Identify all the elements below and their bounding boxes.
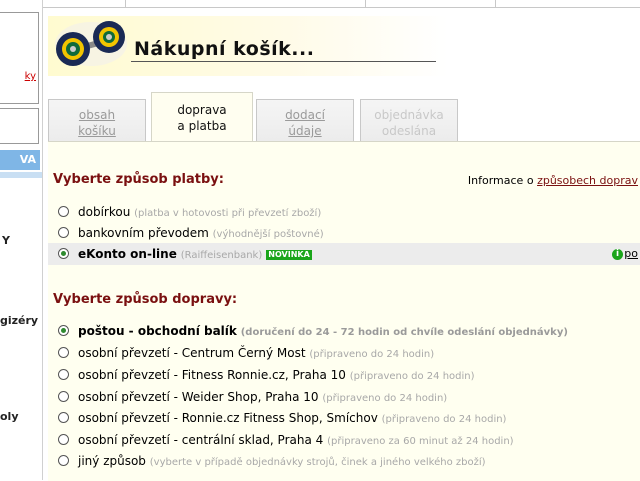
option-note: (připraveno do 24 hodin) xyxy=(349,371,475,382)
payment-heading: Vyberte způsob platby: xyxy=(53,172,224,187)
sidebar-item-fragment[interactable]: oly xyxy=(0,410,19,423)
tab-label: údaje xyxy=(288,124,322,138)
shipping-option[interactable]: osobní převzetí - Centrum Černý Most (př… xyxy=(48,342,640,364)
option-note: (připraveno za 60 minut až 24 hodin) xyxy=(327,436,514,447)
main-area: Nákupní košík... obsah košíku doprava a … xyxy=(43,0,640,481)
tab-order-sent: objednávka odeslána xyxy=(360,99,458,141)
radio-button[interactable] xyxy=(58,391,69,402)
shipping-info: Informace o způsobech doprav xyxy=(467,174,638,187)
option-note: (připraveno do 24 hodin) xyxy=(322,393,448,404)
option-label: osobní převzetí - Ronnie.cz Fitness Shop… xyxy=(78,411,378,425)
tab-label: odeslána xyxy=(381,124,437,138)
dumbbell-logo-icon xyxy=(55,21,127,66)
tab-label: doprava xyxy=(177,103,227,117)
radio-button[interactable] xyxy=(58,455,69,466)
option-label: jiný způsob xyxy=(78,454,146,468)
option-label: osobní převzetí - centrální sklad, Praha… xyxy=(78,433,324,447)
option-note: (vyberte v případě objednávky strojů, či… xyxy=(149,457,486,468)
checkout-content: Vyberte způsob platby: Informace o způso… xyxy=(48,141,640,481)
payment-option[interactable]: dobírkou (platba v hotovosti při převzet… xyxy=(48,201,640,223)
new-badge: NOVINKA xyxy=(266,250,312,260)
option-note: (připraveno do 24 hodin) xyxy=(309,349,435,360)
option-label: osobní převzetí - Weider Shop, Praha 10 xyxy=(78,390,319,404)
shipping-option[interactable]: osobní převzetí - centrální sklad, Praha… xyxy=(48,429,640,451)
shipping-option[interactable]: osobní převzetí - Fitness Ronnie.cz, Pra… xyxy=(48,364,640,386)
title-underline xyxy=(131,61,436,62)
sidebar-divider xyxy=(0,172,42,178)
option-note: (Raiffeisenbank) xyxy=(180,250,263,261)
option-note: (platba v hotovosti při převzetí zboží) xyxy=(134,208,322,219)
radio-button[interactable] xyxy=(58,434,69,445)
info-icon[interactable]: i xyxy=(612,249,623,260)
shipping-option-selected[interactable]: poštou - obchodní balík (doručení do 24 … xyxy=(48,320,640,342)
option-label: dobírkou xyxy=(78,205,131,219)
tab-label: košíku xyxy=(78,124,116,138)
left-sidebar: ky VA Y gizéry oly xyxy=(0,0,43,480)
sidebar-item-highlighted[interactable]: VA xyxy=(0,150,40,170)
radio-button[interactable] xyxy=(58,206,69,217)
shipping-option[interactable]: osobní převzetí - Ronnie.cz Fitness Shop… xyxy=(48,407,640,429)
sidebar-box-2 xyxy=(0,108,39,144)
shipping-info-link[interactable]: způsobech doprav xyxy=(537,174,638,187)
sidebar-item-fragment[interactable]: Y xyxy=(2,234,10,247)
page-title: Nákupní košík... xyxy=(134,38,315,60)
tab-label: a platba xyxy=(177,119,227,133)
option-note: (výhodnější poštovné) xyxy=(212,229,324,240)
sidebar-link-fragment[interactable]: ky xyxy=(25,71,36,82)
shipping-option[interactable]: osobní převzetí - Weider Shop, Praha 10 … xyxy=(48,386,640,408)
option-label: osobní převzetí - Centrum Černý Most xyxy=(78,346,306,360)
radio-button[interactable] xyxy=(58,227,69,238)
payment-option-selected[interactable]: eKonto on-line (Raiffeisenbank) NOVINKA i… xyxy=(48,243,640,265)
tab-label: obsah xyxy=(78,108,116,122)
option-label: poštou - obchodní balík xyxy=(78,324,237,338)
sidebar-box: ky xyxy=(0,12,39,104)
tab-label: objednávka xyxy=(374,108,444,122)
tab-cart-contents[interactable]: obsah košíku xyxy=(48,99,146,141)
sidebar-item-fragment[interactable]: gizéry xyxy=(0,314,38,327)
option-label: eKonto on-line xyxy=(78,247,177,261)
option-note: (doručení do 24 - 72 hodin od chvíle ode… xyxy=(240,327,568,338)
tab-delivery-details[interactable]: dodací údaje xyxy=(256,99,354,141)
tab-label: dodací xyxy=(285,108,325,122)
option-label: bankovním převodem xyxy=(78,226,209,240)
radio-button[interactable] xyxy=(58,412,69,423)
option-label: osobní převzetí - Fitness Ronnie.cz, Pra… xyxy=(78,368,346,382)
radio-button[interactable] xyxy=(58,369,69,380)
radio-button-selected[interactable] xyxy=(58,248,69,259)
tab-shipping-payment[interactable]: doprava a platba xyxy=(151,92,253,142)
shipping-option[interactable]: jiný způsob (vyberte v případě objednávk… xyxy=(48,450,640,472)
option-note: (připraveno do 24 hodin) xyxy=(381,414,507,425)
payment-option[interactable]: bankovním převodem (výhodnější poštovné) xyxy=(48,222,640,244)
shipping-heading: Vyberte způsob dopravy: xyxy=(53,292,238,307)
info-link-fragment[interactable]: po xyxy=(624,243,638,265)
radio-button-selected[interactable] xyxy=(58,325,69,336)
radio-button[interactable] xyxy=(58,347,69,358)
